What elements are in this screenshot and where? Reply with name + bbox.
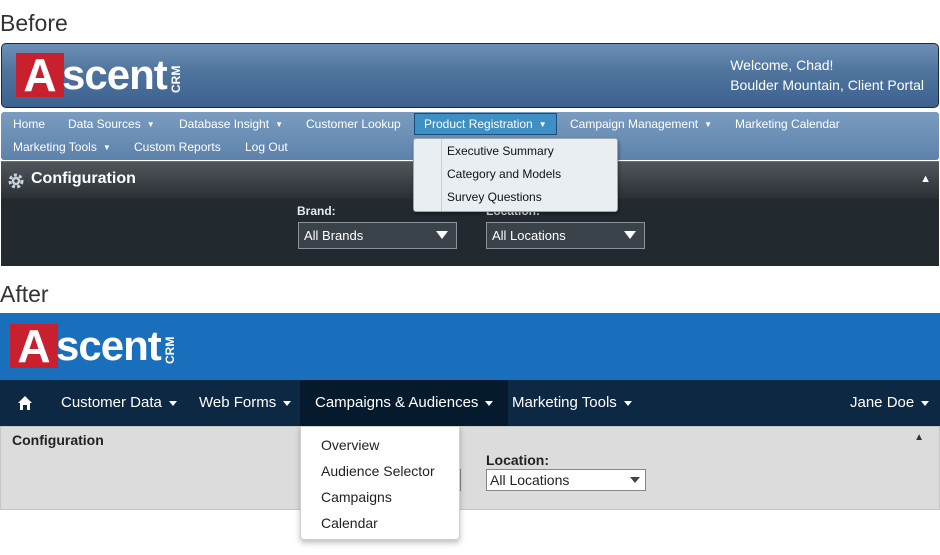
chevron-down-icon: ▼ — [704, 119, 712, 129]
chevron-down-icon: ▼ — [538, 119, 547, 129]
welcome-message: Welcome, Chad! Boulder Mountain, Client … — [730, 55, 924, 95]
logo-letter: A — [16, 52, 64, 98]
menu-item-executive-summary[interactable]: Executive Summary — [447, 143, 554, 159]
config-title: Configuration — [12, 432, 104, 448]
nav-customer-lookup[interactable]: Customer Lookup — [306, 114, 401, 134]
chevron-down-icon — [630, 477, 640, 483]
nav-label: Campaign Management — [570, 117, 699, 131]
chevron-down-icon — [623, 400, 632, 406]
nav-marketing-tools[interactable]: Marketing Tools ▼ — [13, 137, 111, 158]
product-registration-menu: Executive Summary Category and Models Su… — [413, 138, 618, 212]
location-value: All Locations — [490, 472, 570, 488]
nav-label: Marketing Tools — [512, 394, 617, 411]
logo-text: scent — [62, 51, 168, 98]
logo-letter: A — [10, 323, 58, 369]
chevron-down-icon: ▼ — [275, 119, 283, 129]
nav-label: Database Insight — [179, 117, 270, 131]
after-config-panel: Configuration ▲ Location: All Locations — [0, 426, 940, 510]
nav-log-out[interactable]: Log Out — [245, 137, 288, 157]
chevron-down-icon — [624, 231, 636, 239]
menu-rail — [414, 139, 442, 211]
collapse-arrow-icon[interactable]: ▲ — [914, 432, 924, 443]
nav-home[interactable]: Home — [13, 114, 45, 134]
nav-label: Customer Data — [61, 394, 162, 411]
welcome-line: Welcome, Chad! — [730, 57, 834, 73]
nav-customer-data[interactable]: Customer Data — [61, 380, 177, 426]
gear-icon — [7, 172, 25, 190]
after-header: A scent CRM — [0, 313, 940, 380]
chevron-down-icon — [436, 231, 448, 239]
after-label: After — [0, 281, 49, 307]
brand-value: All Brands — [304, 228, 364, 243]
user-name: Jane Doe — [850, 394, 915, 411]
nav-campaigns-audiences[interactable]: Campaigns & Audiences — [300, 380, 509, 426]
chevron-down-icon: ▼ — [146, 119, 155, 129]
location-select[interactable]: All Locations — [486, 222, 645, 249]
logo-suffix: CRM — [162, 336, 177, 364]
ascent-crm-logo[interactable]: A scent CRM — [10, 322, 177, 369]
location-label: Location: — [486, 452, 549, 468]
brand-label: Brand: — [297, 204, 336, 218]
nav-custom-reports[interactable]: Custom Reports — [134, 137, 221, 157]
after-nav-bar: Customer Data Web Forms Campaigns & Audi… — [0, 380, 940, 426]
nav-product-registration[interactable]: Product Registration ▼ — [414, 113, 557, 135]
location-value: All Locations — [492, 228, 566, 243]
chevron-down-icon — [485, 400, 494, 406]
menu-item-audience-selector[interactable]: Audience Selector — [321, 462, 435, 480]
nav-database-insight[interactable]: Database Insight ▼ — [179, 114, 283, 135]
nav-marketing-tools[interactable]: Marketing Tools — [512, 380, 632, 426]
before-label: Before — [0, 10, 68, 36]
location-select[interactable]: All Locations — [486, 469, 646, 491]
nav-data-sources[interactable]: Data Sources ▼ — [68, 114, 155, 135]
menu-item-overview[interactable]: Overview — [321, 436, 379, 454]
menu-item-calendar[interactable]: Calendar — [321, 514, 378, 532]
user-menu[interactable]: Jane Doe — [850, 380, 930, 426]
logo-text: scent — [56, 322, 162, 369]
chevron-down-icon — [283, 400, 292, 406]
nav-label: Product Registration — [424, 117, 533, 131]
menu-item-category-models[interactable]: Category and Models — [447, 166, 561, 182]
menu-item-campaigns[interactable]: Campaigns — [321, 488, 392, 506]
home-icon[interactable] — [17, 395, 33, 411]
nav-label: Campaigns & Audiences — [315, 394, 479, 411]
nav-campaign-management[interactable]: Campaign Management ▼ — [570, 114, 712, 135]
chevron-down-icon — [168, 400, 177, 406]
brand-select[interactable]: All Brands — [298, 222, 457, 249]
nav-label: Data Sources — [68, 117, 141, 131]
ascent-crm-logo[interactable]: A scent CRM — [16, 51, 183, 98]
campaigns-audiences-menu: Overview Audience Selector Campaigns Cal… — [300, 426, 460, 540]
logo-suffix: CRM — [168, 65, 183, 93]
nav-web-forms[interactable]: Web Forms — [199, 380, 292, 426]
chevron-down-icon — [921, 400, 930, 406]
before-header: A scent CRM Welcome, Chad! Boulder Mount… — [1, 43, 939, 108]
collapse-arrow-icon[interactable]: ▲ — [920, 173, 931, 185]
nav-label: Marketing Tools — [13, 140, 97, 154]
chevron-down-icon: ▼ — [102, 142, 111, 152]
portal-line: Boulder Mountain, Client Portal — [730, 77, 924, 93]
nav-marketing-calendar[interactable]: Marketing Calendar — [735, 114, 840, 134]
nav-label: Web Forms — [199, 394, 277, 411]
menu-item-survey-questions[interactable]: Survey Questions — [447, 189, 542, 205]
config-title: Configuration — [31, 170, 136, 187]
